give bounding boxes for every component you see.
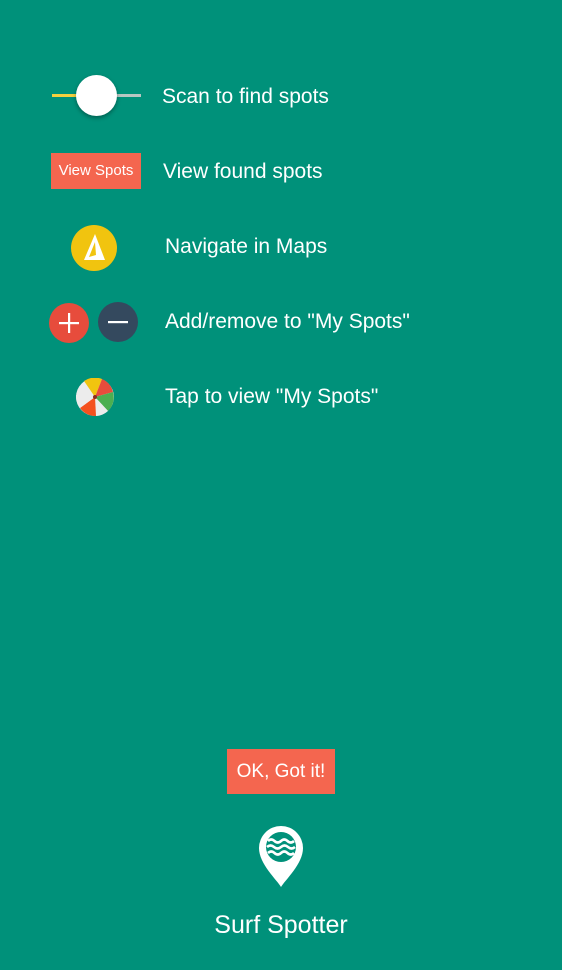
ok-got-it-button[interactable]: OK, Got it! [227,749,335,794]
slider-thumb[interactable] [76,75,117,116]
my-spots-label: Tap to view "My Spots" [165,385,379,408]
surf-pin-icon [257,826,305,888]
navigate-arrow-icon[interactable] [71,225,117,271]
beach-ball-icon[interactable] [75,377,114,417]
app-name: Surf Spotter [214,911,348,939]
scan-label: Scan to find spots [162,85,329,108]
view-spots-button[interactable]: View Spots [51,153,141,189]
scan-slider[interactable] [52,75,142,116]
minus-icon[interactable] [98,302,138,342]
navigate-label: Navigate in Maps [165,235,328,258]
view-spots-label: View found spots [163,160,323,183]
plus-icon[interactable] [49,303,89,343]
add-remove-label: Add/remove to "My Spots" [165,310,410,333]
